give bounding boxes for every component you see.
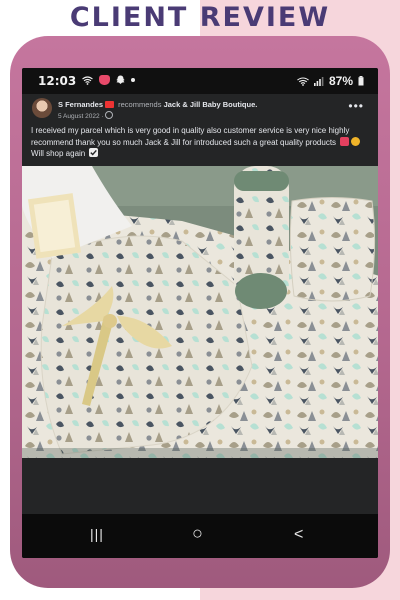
wifi-icon <box>297 76 309 86</box>
page-name-link[interactable]: Jack & Jill Baby Boutique. <box>164 100 258 109</box>
battery-percent: 87% <box>328 74 353 88</box>
home-icon[interactable]: ○ <box>192 523 203 544</box>
post-text: I received my parcel which is very good … <box>31 125 371 160</box>
post-photo[interactable] <box>22 166 378 458</box>
post-author-line: S Fernandes recommends Jack & Jill Baby … <box>58 100 257 109</box>
notification-dot <box>131 78 135 82</box>
back-icon[interactable]: < <box>294 526 303 544</box>
recommends-verb: recommends <box>118 100 162 109</box>
clap-emoji-icon <box>351 136 361 146</box>
flag-emoji-icon <box>105 101 115 108</box>
snapchat-icon <box>116 75 125 84</box>
more-options-button[interactable]: ••• <box>348 99 364 113</box>
heart-emoji-icon <box>340 136 350 146</box>
cat-emoji-icon <box>99 75 110 85</box>
avatar[interactable] <box>32 98 52 118</box>
post-body-tail: Will shop again <box>31 149 86 158</box>
signal-icon <box>313 76 324 86</box>
wifi-icon <box>82 75 93 85</box>
post-meta: 5 August 2022 · <box>58 111 114 120</box>
bedding-photo <box>22 166 378 458</box>
post-body: I received my parcel which is very good … <box>31 126 350 147</box>
android-nav-bar: ||| ○ < <box>22 514 378 558</box>
recent-apps-icon[interactable]: ||| <box>90 526 104 542</box>
globe-icon <box>105 111 114 119</box>
meta-separator: · <box>101 113 104 120</box>
status-left-icons <box>82 75 135 85</box>
phone-screenshot: 12:03 87% S Fernandes recommends Jack & … <box>22 68 378 558</box>
status-bar: 12:03 87% <box>22 68 378 94</box>
battery-icon <box>358 76 364 86</box>
author-name[interactable]: S Fernandes <box>58 100 103 109</box>
banner-title: CLIENT REVIEW <box>69 2 331 33</box>
status-time: 12:03 <box>38 74 77 88</box>
post-date[interactable]: 5 August 2022 <box>58 113 100 120</box>
status-right-icons: 87% <box>297 74 364 88</box>
check-emoji-icon <box>89 148 99 157</box>
